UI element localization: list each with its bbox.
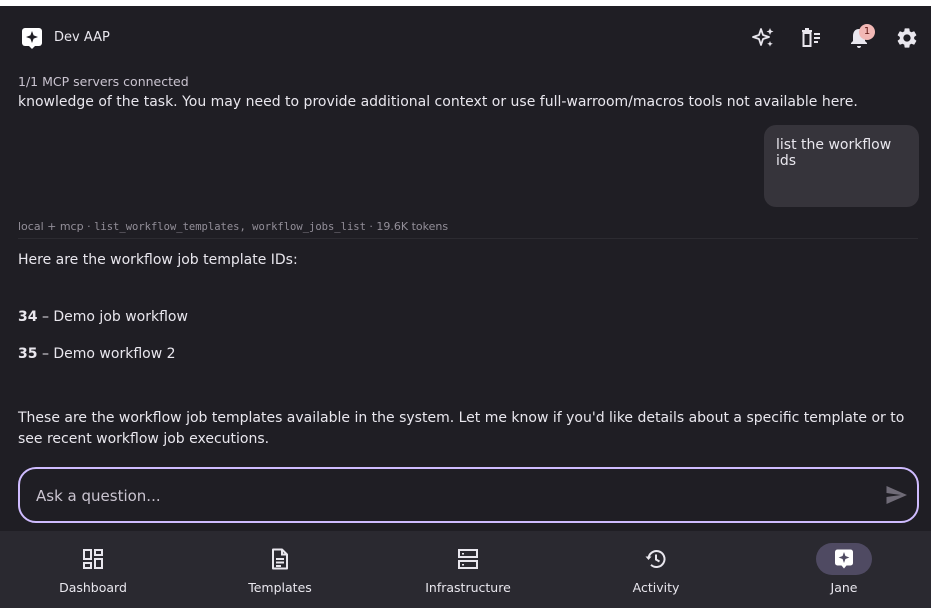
nav-label: Templates xyxy=(248,580,312,595)
nav-label: Infrastructure xyxy=(425,580,511,595)
meta-separator: · xyxy=(369,220,373,233)
workflow-name: – Demo job workflow xyxy=(41,309,188,325)
assistant-icon xyxy=(835,549,853,569)
nav-item-activity[interactable]: Activity xyxy=(563,531,749,608)
nav-label: Dashboard xyxy=(59,580,127,595)
workflow-list-item: 34 – Demo job workflow xyxy=(18,309,188,325)
assistant-message-partial: knowledge of the task. You may need to p… xyxy=(18,94,858,110)
nav-label: Activity xyxy=(632,580,680,595)
document-icon xyxy=(272,548,288,570)
workflow-list-item: 35 – Demo workflow 2 xyxy=(18,346,176,362)
divider xyxy=(18,238,918,239)
app-header: Dev AAP 1 xyxy=(0,6,931,70)
send-icon[interactable] xyxy=(884,483,908,507)
sparkle-icon[interactable] xyxy=(751,26,775,50)
gear-icon[interactable] xyxy=(895,26,919,50)
user-message-text: list the workflow ids xyxy=(776,137,892,169)
workflow-name: – Demo workflow 2 xyxy=(41,346,176,362)
meta-tokens: 19.6K tokens xyxy=(376,220,449,233)
dashboard-icon xyxy=(83,549,103,569)
nav-item-dashboard[interactable]: Dashboard xyxy=(0,531,186,608)
user-message-bubble: list the workflow ids xyxy=(764,125,919,207)
meta-source: local + mcp xyxy=(18,220,84,233)
server-icon xyxy=(458,549,478,569)
nav-item-templates[interactable]: Templates xyxy=(187,531,373,608)
response-outro: These are the workflow job templates ava… xyxy=(18,410,905,447)
app-title: Dev AAP xyxy=(54,30,110,45)
notification-badge: 1 xyxy=(859,24,875,40)
workflow-id: 35 xyxy=(18,346,38,362)
nav-label: Jane xyxy=(830,580,858,595)
app-logo-icon xyxy=(22,28,42,49)
response-intro: Here are the workflow job template IDs: xyxy=(18,252,298,268)
workflow-id: 34 xyxy=(18,309,38,325)
history-icon xyxy=(645,550,666,568)
nav-item-jane[interactable]: Jane xyxy=(751,531,931,608)
meta-separator: · xyxy=(87,220,91,233)
nav-item-infrastructure[interactable]: Infrastructure xyxy=(375,531,561,608)
clear-history-icon[interactable] xyxy=(799,26,823,50)
composer xyxy=(18,467,919,523)
bottom-nav: Dashboard Templates Infrastructure Activ… xyxy=(0,531,931,608)
mcp-status: 1/1 MCP servers connected xyxy=(18,74,189,89)
response-meta: local + mcp · list_workflow_templates, w… xyxy=(18,220,448,233)
meta-tools: list_workflow_templates, workflow_jobs_l… xyxy=(94,221,366,233)
question-input[interactable] xyxy=(34,483,878,509)
